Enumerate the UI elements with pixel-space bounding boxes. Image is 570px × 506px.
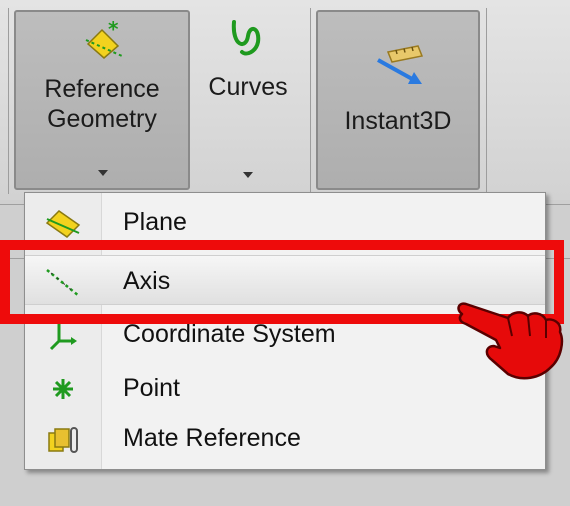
menu-item-label: Mate Reference xyxy=(123,424,301,452)
chevron-down-icon[interactable] xyxy=(243,172,253,178)
plane-icon xyxy=(45,210,81,238)
toolbar-separator xyxy=(8,8,9,194)
svg-text:*: * xyxy=(108,20,119,41)
menu-item-label: Plane xyxy=(123,208,187,236)
chevron-down-icon[interactable] xyxy=(98,170,108,176)
menu-item-label: Point xyxy=(123,374,180,402)
toolbar-separator xyxy=(486,8,487,194)
reference-geometry-icon: * xyxy=(85,20,123,59)
instant3d-label: Instant3D xyxy=(344,107,452,135)
reference-geometry-button[interactable]: * Reference Geometry xyxy=(14,10,190,190)
toolbar-separator xyxy=(310,8,311,194)
point-icon xyxy=(53,379,73,399)
menu-item-mate-reference[interactable]: Mate Reference xyxy=(25,413,545,463)
curves-button[interactable]: Curves xyxy=(192,10,304,190)
pointing-hand-icon xyxy=(457,302,564,380)
instant3d-icon xyxy=(377,45,424,84)
command-manager-toolbar: * Reference Geometry Curves Instant3D xyxy=(0,0,570,200)
mate-reference-icon xyxy=(48,427,78,453)
reference-geometry-label: Reference Geometry xyxy=(44,75,160,133)
curves-icon xyxy=(231,20,261,56)
instant3d-button[interactable]: Instant3D xyxy=(316,10,480,190)
curves-label: Curves xyxy=(208,73,288,101)
